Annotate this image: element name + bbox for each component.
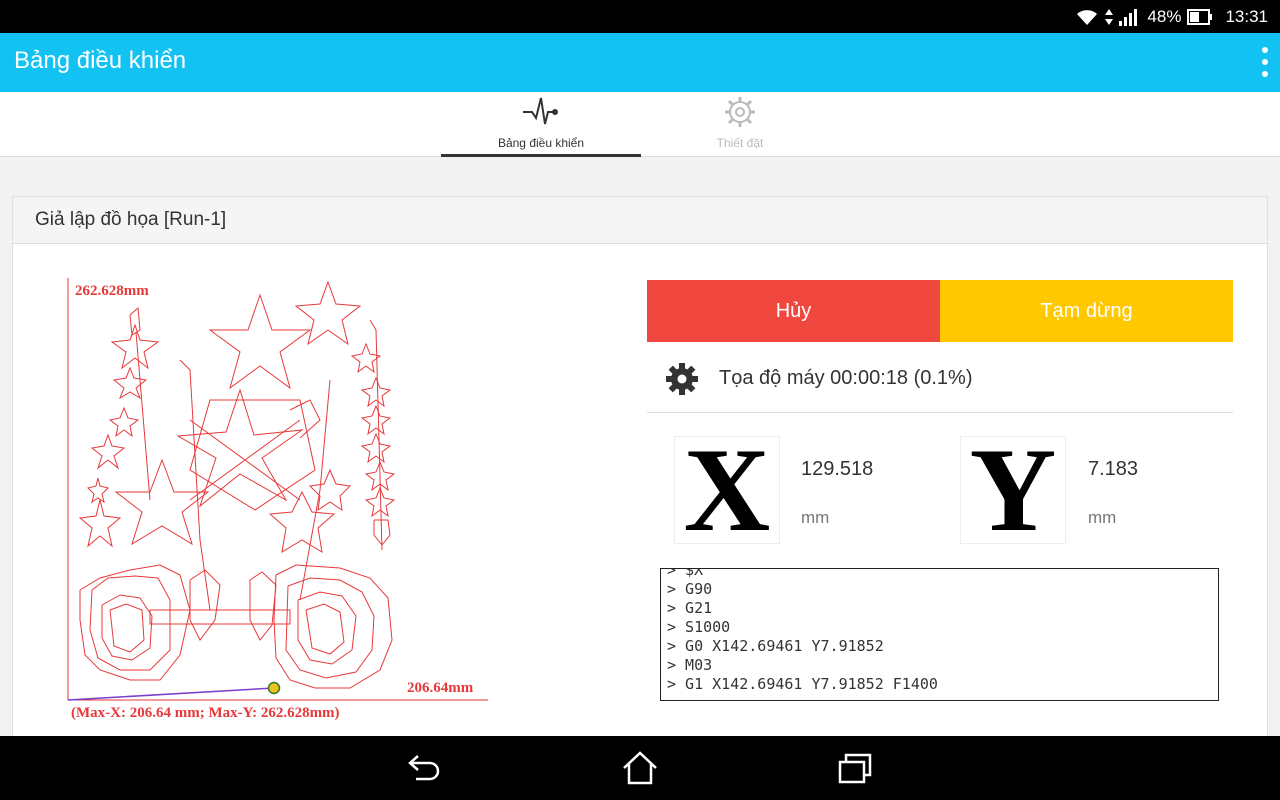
recent-apps-icon[interactable]	[836, 750, 876, 786]
console-line: > G0 X142.69461 Y7.91852	[667, 637, 884, 655]
job-controls: Hủy Tạm dừng	[647, 280, 1233, 342]
wifi-icon	[1077, 10, 1098, 25]
console-line: > G1 X142.69461 Y7.91852 F1400	[667, 675, 938, 693]
machine-status-text: Tọa độ máy 00:00:18 (0.1%)	[719, 367, 973, 389]
console-line: > G21	[667, 599, 713, 617]
tab-dashboard-label: Bảng điều khiển	[497, 136, 585, 150]
gear-icon	[666, 362, 698, 395]
console-line: > S1000	[667, 618, 731, 636]
x-axis-unit: mm	[801, 508, 830, 527]
console-line: > $X	[667, 568, 704, 579]
app-bar: Bảng điều khiển	[0, 33, 1280, 92]
y-axis-unit: mm	[1088, 508, 1117, 527]
y-axis-letter: Y	[969, 423, 1057, 556]
travel-path	[67, 687, 275, 701]
machine-status: Tọa độ máy 00:00:18 (0.1%)	[647, 345, 1233, 413]
gear-icon	[725, 97, 755, 127]
y-max-label: 262.628mm	[75, 283, 149, 299]
pause-button[interactable]: Tạm dừng	[940, 280, 1233, 342]
system-navigation-bar	[0, 736, 1280, 800]
x-axis-value: 129.518	[801, 458, 874, 480]
x-axis-badge: X	[674, 430, 780, 550]
back-icon[interactable]	[404, 750, 444, 786]
x-max-label: 206.64mm	[407, 680, 474, 696]
card-title: Giả lập đồ họa [Run-1]	[13, 197, 1267, 244]
console-line: > M03	[667, 656, 713, 674]
clock: 13:31	[1225, 7, 1268, 26]
y-axis-value: 7.183	[1088, 458, 1139, 480]
toolpath-preview: 262.628mm 206.64mm (Max-X: 206.64 mm; Ma…	[67, 278, 488, 721]
app-title: Bảng điều khiển	[14, 47, 187, 74]
pulse-icon	[523, 97, 558, 125]
tool-position-marker	[267, 681, 281, 695]
signal-icon	[1119, 9, 1138, 26]
x-axis-letter: X	[683, 423, 771, 556]
bounds-label: (Max-X: 206.64 mm; Max-Y: 262.628mm)	[71, 705, 340, 721]
data-transfer-icon	[1105, 9, 1114, 25]
overflow-menu-icon[interactable]	[1260, 47, 1270, 77]
system-status-bar: 48% 13:31	[0, 0, 1280, 33]
toolpath-drawing	[67, 278, 488, 701]
battery-percent: 48%	[1147, 7, 1182, 26]
console-line: > G90	[667, 580, 713, 598]
gcode-console[interactable]: > $X > G90 > G21 > S1000 > G0 X142.69461…	[660, 568, 1219, 701]
tab-settings[interactable]: Thiết đặt	[640, 92, 840, 157]
status-indicators: 48% 13:31	[1075, 6, 1268, 28]
battery-icon	[1187, 9, 1213, 25]
console-lines: > $X > G90 > G21 > S1000 > G0 X142.69461…	[667, 568, 938, 694]
tab-dashboard[interactable]: Bảng điều khiển	[441, 92, 641, 157]
tab-settings-label: Thiết đặt	[716, 136, 764, 150]
y-axis-badge: Y	[960, 430, 1066, 550]
cancel-button[interactable]: Hủy	[647, 280, 940, 342]
tab-bar: Bảng điều khiển Thiết đặt	[0, 92, 1280, 157]
home-icon[interactable]	[620, 750, 660, 786]
